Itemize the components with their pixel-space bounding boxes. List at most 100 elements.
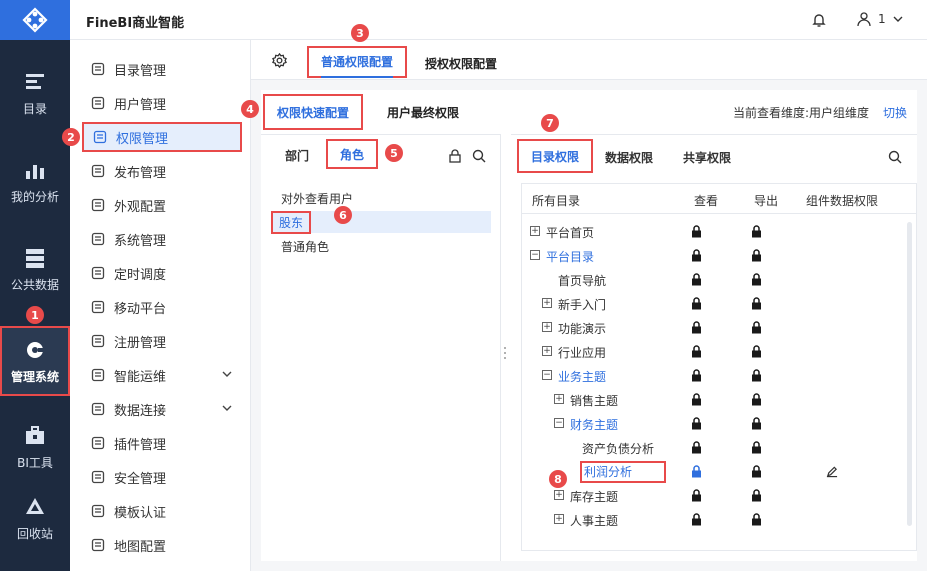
lock-icon[interactable] — [750, 392, 762, 406]
tree-row[interactable]: + 功能演示 — [522, 316, 916, 340]
lock-icon[interactable] — [690, 416, 702, 430]
lock-icon[interactable] — [690, 296, 702, 310]
lock-icon[interactable] — [750, 320, 762, 334]
search-icon[interactable] — [887, 149, 903, 165]
tree-row[interactable]: 利润分析 — [522, 460, 916, 484]
submenu-item-map-config[interactable]: 地图配置 — [82, 530, 242, 560]
submenu-item-system-manage[interactable]: 系统管理 — [82, 224, 242, 254]
submenu-item-user-manage[interactable]: 用户管理 — [82, 88, 242, 118]
collapse-icon[interactable]: − — [530, 250, 540, 260]
tree-row[interactable]: + 销售主题 — [522, 388, 916, 412]
lock-icon[interactable] — [690, 272, 702, 286]
expand-icon[interactable]: + — [554, 490, 564, 500]
role-item[interactable]: 对外查看用户 — [271, 187, 491, 209]
settings-gear-icon[interactable] — [271, 52, 287, 68]
tree-row[interactable]: + 新手入门 — [522, 292, 916, 316]
lock-icon[interactable] — [690, 368, 702, 382]
submenu-item-template-cert[interactable]: 模板认证 — [82, 496, 242, 526]
submenu-item-permission-manage[interactable]: 权限管理 — [82, 122, 242, 152]
switch-dimension-link[interactable]: 切换 — [883, 104, 907, 121]
expand-icon[interactable]: + — [554, 514, 564, 524]
bell-icon[interactable] — [810, 11, 828, 29]
lock-icon[interactable] — [750, 248, 762, 262]
tab-final-permission[interactable]: 用户最终权限 — [387, 96, 459, 128]
tree-row[interactable]: 资产负债分析 — [522, 436, 916, 460]
lock-icon[interactable] — [750, 344, 762, 358]
step-badge-6: 6 — [334, 206, 352, 224]
nav-bi-tools[interactable]: BI工具 — [0, 412, 70, 482]
role-item[interactable]: 普通角色 — [271, 235, 491, 257]
tab-grant-permission[interactable]: 授权权限配置 — [425, 48, 497, 78]
tree-row[interactable]: + 行业应用 — [522, 340, 916, 364]
user-menu[interactable]: 1 — [856, 11, 904, 27]
submenu-item-plugin-manage[interactable]: 插件管理 — [82, 428, 242, 458]
lock-icon[interactable] — [750, 512, 762, 526]
submenu-item-scheduled-task[interactable]: 定时调度 — [82, 258, 242, 288]
catalog-tree: 所有目录 查看 导出 组件数据权限 + 平台首页 − 平台目录 首页导航 + 新手入门 + 功能… — [521, 183, 917, 551]
lock-icon[interactable] — [690, 248, 702, 262]
expand-icon[interactable]: + — [542, 322, 552, 332]
expand-icon[interactable]: + — [530, 226, 540, 236]
lock-icon[interactable] — [690, 320, 702, 334]
lock-icon[interactable] — [690, 512, 702, 526]
lock-icon[interactable] — [750, 440, 762, 454]
collapse-icon[interactable]: − — [542, 370, 552, 380]
gear-management-icon — [23, 338, 47, 362]
nav-catalog[interactable]: 目录 — [0, 58, 70, 128]
collapse-icon[interactable]: − — [554, 418, 564, 428]
submenu-item-data-connection[interactable]: 数据连接 — [82, 394, 242, 424]
submenu-item-mobile-platform[interactable]: 移动平台 — [82, 292, 242, 322]
tab-department[interactable]: 部门 — [285, 141, 309, 169]
lock-icon[interactable] — [690, 440, 702, 454]
drag-handle-icon[interactable] — [504, 336, 508, 350]
submenu-item-appearance-config[interactable]: 外观配置 — [82, 190, 242, 220]
tree-row[interactable]: 首页导航 — [522, 268, 916, 292]
nav-management-system[interactable]: 管理系统 — [0, 326, 70, 396]
tab-normal-permission[interactable]: 普通权限配置 — [307, 46, 408, 78]
lock-icon[interactable] — [750, 368, 762, 382]
lock-icon[interactable] — [750, 224, 762, 238]
edit-pencil-icon[interactable] — [826, 464, 838, 478]
lock-icon[interactable] — [690, 344, 702, 358]
tree-row[interactable]: − 财务主题 — [522, 412, 916, 436]
submenu-item-smart-ops[interactable]: 智能运维 — [82, 360, 242, 390]
lock-icon[interactable] — [690, 224, 702, 238]
submenu-item-catalog-manage[interactable]: 目录管理 — [82, 54, 242, 84]
tab-label: 权限快速配置 — [277, 105, 350, 120]
tab-catalog-permission[interactable]: 目录权限 — [517, 139, 594, 173]
expand-icon[interactable]: + — [542, 346, 552, 356]
tree-row[interactable]: + 人事主题 — [522, 508, 916, 532]
lock-icon[interactable] — [750, 464, 762, 478]
unlock-icon[interactable] — [690, 464, 702, 478]
scrollbar[interactable] — [907, 222, 912, 526]
tree-row[interactable]: + 库存主题 — [522, 484, 916, 508]
lock-icon[interactable] — [690, 488, 702, 502]
tree-node-label: 财务主题 — [570, 418, 619, 432]
role-item[interactable]: 股东 — [271, 210, 491, 234]
nav-recycle-bin[interactable]: 回收站 — [0, 483, 70, 553]
tab-data-permission[interactable]: 数据权限 — [605, 143, 653, 171]
search-icon[interactable] — [471, 148, 487, 164]
tree-row[interactable]: − 平台目录 — [522, 244, 916, 268]
lock-icon[interactable] — [750, 488, 762, 502]
tab-role[interactable]: 角色 — [326, 139, 379, 169]
finebi-logo-icon[interactable] — [0, 0, 70, 40]
expand-icon[interactable]: + — [554, 394, 564, 404]
tab-share-permission[interactable]: 共享权限 — [683, 143, 731, 171]
submenu-item-register-manage[interactable]: 注册管理 — [82, 326, 242, 356]
submenu-item-security-manage[interactable]: 安全管理 — [82, 462, 242, 492]
expand-icon[interactable]: + — [542, 298, 552, 308]
tree-row[interactable]: + 平台首页 — [522, 220, 916, 244]
left-nav: 目录 我的分析 公共数据 管理系统 BI工具 回收站 — [0, 0, 70, 571]
lock-icon[interactable] — [750, 296, 762, 310]
lock-icon[interactable] — [690, 392, 702, 406]
lock-settings-icon[interactable] — [447, 148, 463, 164]
nav-my-analysis[interactable]: 我的分析 — [0, 146, 70, 216]
tree-row[interactable]: − 业务主题 — [522, 364, 916, 388]
nav-public-data[interactable]: 公共数据 — [0, 234, 70, 304]
nav-label: 回收站 — [16, 526, 53, 541]
lock-icon[interactable] — [750, 416, 762, 430]
tab-quick-config[interactable]: 权限快速配置 — [263, 94, 364, 130]
lock-icon[interactable] — [750, 272, 762, 286]
submenu-item-publish-manage[interactable]: 发布管理 — [82, 156, 242, 186]
